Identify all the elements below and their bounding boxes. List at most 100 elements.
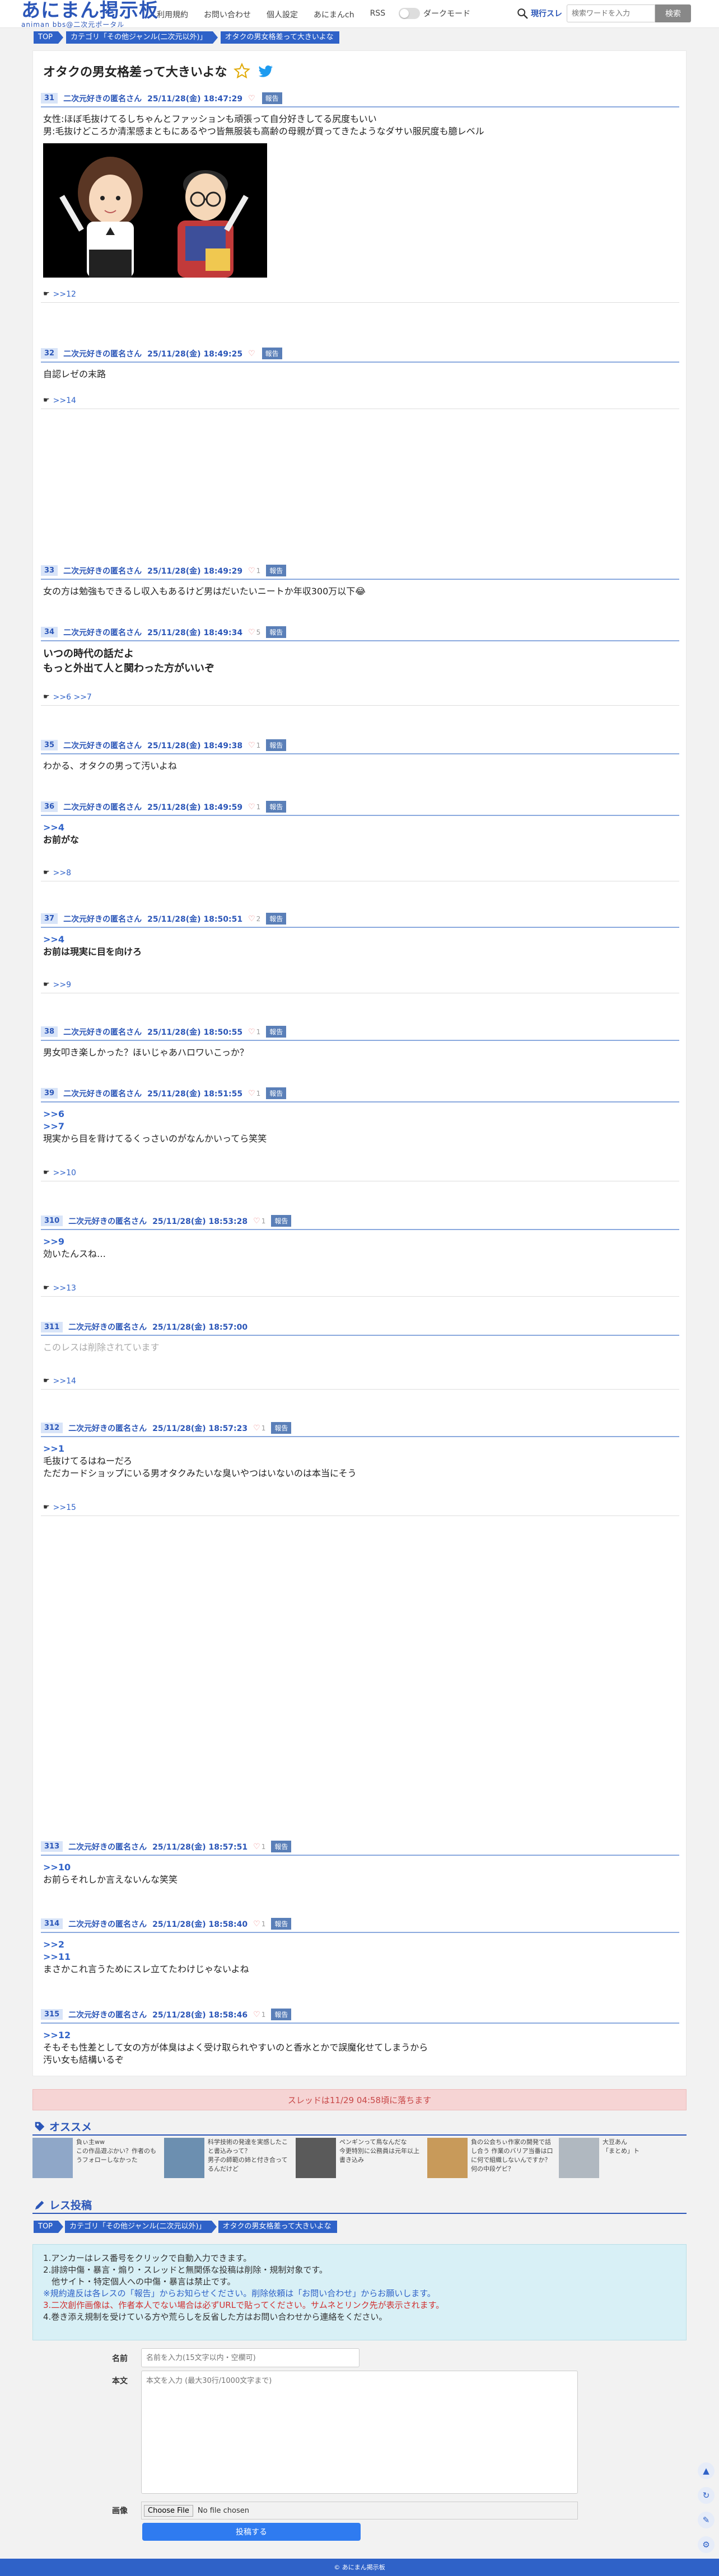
recommend-line: 負ぃ主ww: [76, 2138, 105, 2146]
reply-link[interactable]: >>8: [53, 869, 71, 878]
settings-icon[interactable]: ⚙: [698, 2536, 715, 2553]
reply-link[interactable]: >>10: [53, 1169, 76, 1177]
reply-link[interactable]: >>14: [53, 396, 76, 405]
report-button[interactable]: 報告: [266, 565, 287, 576]
post-number[interactable]: 38: [41, 1026, 58, 1037]
report-button[interactable]: 報告: [271, 2009, 292, 2020]
anchor-link[interactable]: >>2: [43, 1939, 679, 1951]
like-heart-icon[interactable]: ♡: [248, 1089, 255, 1098]
search-scope[interactable]: 現行スレ: [531, 8, 562, 19]
like-heart-icon[interactable]: ♡: [248, 1027, 255, 1036]
write-icon[interactable]: ✎: [698, 2512, 715, 2528]
like-heart-icon[interactable]: ♡: [248, 803, 255, 811]
post-number[interactable]: 310: [41, 1216, 63, 1226]
like-heart-icon[interactable]: ♡: [253, 1842, 260, 1851]
post-number[interactable]: 312: [41, 1423, 63, 1433]
report-button[interactable]: 報告: [266, 913, 287, 925]
anchor-link[interactable]: >>4: [43, 822, 679, 834]
dark-mode-switch[interactable]: [399, 8, 420, 19]
report-button[interactable]: 報告: [262, 92, 282, 104]
search-input[interactable]: [567, 4, 655, 22]
anchor-link[interactable]: >>4: [43, 933, 679, 946]
post-number[interactable]: 35: [41, 740, 58, 750]
post-number[interactable]: 311: [41, 1321, 63, 1332]
post-date: 25/11/28(金) 18:53:28: [152, 1217, 248, 1226]
post-number[interactable]: 34: [41, 627, 58, 637]
nav-rss[interactable]: RSS: [362, 9, 394, 20]
submit-post-button[interactable]: 投稿する: [142, 2523, 361, 2541]
post-number[interactable]: 31: [41, 93, 58, 104]
recommend-item[interactable]: ペンギンって鳥なんだな 今更特別に公務員は元年以上書き込み: [296, 2138, 422, 2178]
report-button[interactable]: 報告: [266, 1087, 287, 1099]
post-number[interactable]: 33: [41, 565, 58, 576]
breadcrumb-category[interactable]: カテゴリ「その他ジャンル(二次元以外)」: [66, 31, 217, 44]
dark-mode-toggle[interactable]: ダークモード: [399, 8, 470, 19]
recommend-item[interactable]: 負の公会ちぃ作家の開発で話し合う 作業のバリア当番は口に何で組織しないんですか？…: [427, 2138, 553, 2178]
nav-animanch[interactable]: あにまんch: [306, 9, 362, 20]
body-textarea[interactable]: [141, 2371, 578, 2494]
anchor-link[interactable]: >>9: [43, 1236, 679, 1248]
like-heart-icon[interactable]: ♡: [248, 94, 255, 103]
like-heart-icon[interactable]: ♡: [248, 628, 255, 637]
recommend-item[interactable]: 負ぃ主ww この作品遊ぶかい？作者のもうフォローしなかった: [32, 2138, 158, 2178]
reply-link[interactable]: >>9: [53, 980, 71, 989]
breadcrumb-thread[interactable]: オタクの男女格差って大きいよな: [218, 2221, 337, 2233]
post-number[interactable]: 313: [41, 1841, 63, 1852]
post-image[interactable]: [43, 143, 267, 278]
recommend-item[interactable]: 大豆あん 「まとめ」ト: [559, 2138, 685, 2178]
reply-link[interactable]: >>14: [53, 1377, 76, 1386]
like-heart-icon[interactable]: ♡: [248, 566, 255, 575]
nav-contact[interactable]: お問い合わせ: [196, 9, 259, 20]
like-heart-icon[interactable]: ♡: [253, 2010, 260, 2019]
breadcrumb-top[interactable]: TOP: [34, 2221, 64, 2233]
reply-link[interactable]: >>13: [53, 1284, 76, 1293]
reload-icon[interactable]: ↻: [698, 2487, 715, 2504]
anchor-link[interactable]: >>1: [43, 1443, 679, 1455]
reply-link[interactable]: >>12: [53, 290, 76, 299]
nav-terms[interactable]: 利用規約: [149, 9, 196, 20]
post-number[interactable]: 37: [41, 913, 58, 924]
like-heart-icon[interactable]: ♡: [253, 1920, 260, 1929]
post-number[interactable]: 314: [41, 1918, 63, 1929]
post-body: >>2 >>11 まさかこれ言うためにスレ立てたわけじゃないよね: [41, 1939, 679, 1976]
anchor-link[interactable]: >>12: [43, 2029, 679, 2042]
site-logo[interactable]: あにまん掲示板 animan bbs@二次元ポータル: [21, 1, 158, 29]
reply-link[interactable]: >>15: [53, 1503, 76, 1512]
choose-file-button[interactable]: Choose File: [144, 2504, 193, 2517]
search-button[interactable]: 検索: [655, 4, 691, 22]
report-button[interactable]: 報告: [271, 1422, 292, 1434]
post-number[interactable]: 315: [41, 2009, 63, 2020]
report-button[interactable]: 報告: [266, 626, 287, 638]
report-button[interactable]: 報告: [271, 1215, 292, 1227]
like-heart-icon[interactable]: ♡: [253, 1424, 260, 1433]
nav-settings[interactable]: 個人設定: [259, 9, 306, 20]
report-button[interactable]: 報告: [266, 801, 287, 813]
breadcrumb-category[interactable]: カテゴリ「その他ジャンル(二次元以外)」: [65, 2221, 216, 2233]
like-heart-icon[interactable]: ♡: [253, 1217, 260, 1226]
like-heart-icon[interactable]: ♡: [248, 741, 255, 750]
twitter-share-icon[interactable]: [257, 63, 274, 79]
breadcrumb-top[interactable]: TOP: [34, 31, 64, 44]
report-button[interactable]: 報告: [266, 1026, 287, 1038]
report-button[interactable]: 報告: [271, 1841, 292, 1852]
anchor-link[interactable]: >>6: [43, 1108, 679, 1120]
scroll-top-icon[interactable]: ▲: [698, 2462, 715, 2479]
breadcrumb-thread[interactable]: オタクの男女格差って大きいよな: [220, 31, 339, 44]
recommend-item[interactable]: 科学技術の発達を実感したこと書込みって？ 男子の師範の姉と付き合ってるんだけど: [164, 2138, 290, 2178]
report-button[interactable]: 報告: [266, 739, 287, 751]
anchor-link[interactable]: >>11: [43, 1951, 679, 1963]
report-button[interactable]: 報告: [262, 348, 282, 359]
post-author: 二次元好きの匿名さん: [63, 1027, 142, 1037]
like-heart-icon[interactable]: ♡: [248, 349, 255, 358]
like-heart-icon[interactable]: ♡: [248, 914, 255, 923]
anchor-link[interactable]: >>10: [43, 1861, 679, 1874]
post-number[interactable]: 32: [41, 348, 58, 359]
anchor-link[interactable]: >>7: [43, 1120, 679, 1133]
favorite-star-icon[interactable]: [234, 63, 251, 79]
post-number[interactable]: 39: [41, 1088, 58, 1099]
name-input[interactable]: [141, 2348, 360, 2367]
reply-link[interactable]: >>6 >>7: [53, 693, 92, 702]
report-button[interactable]: 報告: [271, 1918, 292, 1930]
post-5: 35 二次元好きの匿名さん 25/11/28(金) 18:49:38 ♡ 1 報告…: [41, 739, 679, 772]
post-number[interactable]: 36: [41, 801, 58, 812]
